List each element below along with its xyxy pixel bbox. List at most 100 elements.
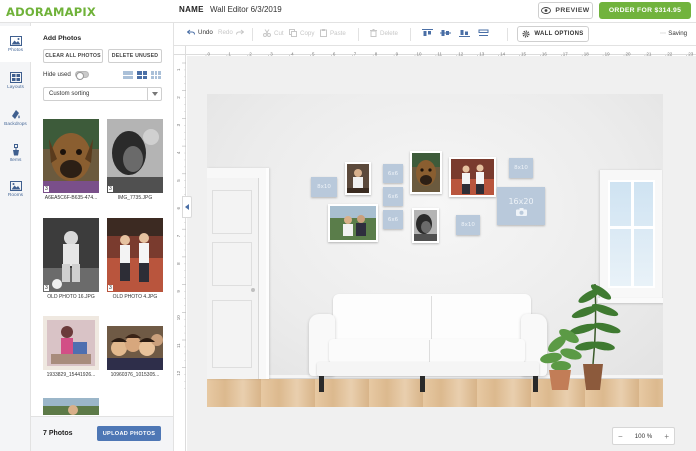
nav-item-layouts[interactable]: Layouts bbox=[0, 63, 31, 99]
delete-unused-button[interactable]: DELETE UNUSED bbox=[108, 49, 162, 63]
sofa-leg bbox=[319, 376, 324, 392]
wall-photo-frame[interactable] bbox=[328, 204, 378, 242]
small-view-icon[interactable] bbox=[151, 71, 161, 79]
large-view-icon[interactable] bbox=[123, 71, 133, 79]
toolbar-divider bbox=[507, 28, 508, 41]
saving-spinner-icon: ⋯ bbox=[660, 30, 667, 37]
wall-photo-frame[interactable] bbox=[410, 151, 442, 194]
wall-photo-frame[interactable] bbox=[449, 157, 496, 197]
photos-icon bbox=[9, 35, 22, 46]
ruler-label: 2 bbox=[176, 96, 181, 99]
photo-thumbnail[interactable]: 3 OLD PHOTO 16.JPG bbox=[43, 218, 99, 300]
vertical-ruler-ticks: 123456789101112 bbox=[176, 62, 186, 389]
preview-label: PREVIEW bbox=[555, 7, 590, 14]
usage-count: 3 bbox=[108, 186, 113, 192]
empty-frame-8x10[interactable]: 8x10 bbox=[509, 158, 533, 178]
ruler-label: 4 bbox=[176, 151, 181, 154]
ruler-corner bbox=[174, 46, 186, 55]
delete-button[interactable]: Delete bbox=[370, 29, 398, 37]
ruler-label: 8 bbox=[176, 262, 181, 265]
empty-frame-6x6[interactable]: 6x6 bbox=[383, 210, 403, 229]
distribute-button[interactable] bbox=[478, 29, 489, 37]
undo-label: Undo bbox=[198, 29, 213, 36]
sofa-base bbox=[317, 362, 539, 376]
add-photos-panel: Add Photos CLEAR ALL PHOTOS DELETE UNUSE… bbox=[31, 23, 174, 451]
photo-thumbnail[interactable]: 1933829_15441926... bbox=[43, 316, 99, 378]
empty-frame-16x20[interactable]: 16x20 bbox=[497, 187, 545, 225]
frame-size-label: 8x10 bbox=[461, 222, 475, 228]
empty-frame-6x6[interactable]: 6x6 bbox=[383, 164, 403, 183]
trash-icon bbox=[370, 29, 377, 37]
door bbox=[207, 178, 259, 379]
view-mode-switcher bbox=[123, 71, 161, 79]
photo-thumbnail[interactable]: 3 OLD PHOTO 4.JPG bbox=[107, 218, 163, 300]
upload-photos-button[interactable]: UPLOAD PHOTOS bbox=[97, 426, 161, 441]
photo-thumbnail[interactable] bbox=[43, 398, 99, 415]
order-button[interactable]: ORDER FOR $314.95 bbox=[599, 2, 691, 19]
align-bottom-icon bbox=[459, 30, 470, 37]
photo-thumbnail[interactable]: 3 A6EA5C6F-B635-474... bbox=[43, 119, 99, 201]
clear-all-photos-button[interactable]: CLEAR ALL PHOTOS bbox=[43, 49, 103, 63]
wall-photo-frame[interactable] bbox=[412, 208, 439, 243]
items-icon bbox=[12, 143, 19, 155]
backdrops-icon bbox=[11, 109, 20, 119]
sort-select[interactable]: Custom sorting bbox=[43, 87, 162, 101]
nav-item-rooms[interactable]: Rooms bbox=[0, 171, 31, 207]
logo-text: ADORAMAPIX bbox=[6, 5, 96, 19]
zoom-out-button[interactable]: − bbox=[618, 432, 623, 441]
photo-count: 7 Photos bbox=[43, 430, 73, 437]
nav-label-backdrops: Backdrops bbox=[4, 121, 27, 127]
ruler-label: 6 bbox=[176, 207, 181, 210]
delete-label: Delete bbox=[380, 29, 398, 37]
empty-frame-8x10[interactable]: 8x10 bbox=[456, 215, 480, 235]
nav-item-photos[interactable]: Photos bbox=[0, 26, 31, 62]
medium-view-icon[interactable] bbox=[137, 71, 147, 79]
nav-label-layouts: Layouts bbox=[7, 85, 24, 90]
project-name-value[interactable]: Wall Editor 6/3/2019 bbox=[210, 5, 282, 14]
wall-photo-frame[interactable] bbox=[345, 162, 371, 195]
photo-image bbox=[43, 316, 99, 370]
toolbar-divider bbox=[410, 28, 411, 41]
rooms-icon bbox=[9, 180, 22, 191]
sofa bbox=[333, 294, 531, 344]
photo-grid: 3 A6EA5C6F-B635-474... 3 IMG_7735.JPG 3 … bbox=[43, 119, 165, 415]
redo-button[interactable]: Redo bbox=[218, 29, 244, 36]
empty-frame-8x10[interactable]: 8x10 bbox=[311, 177, 337, 197]
photo-caption: OLD PHOTO 4.JPG bbox=[112, 294, 158, 300]
ruler-label: 5 bbox=[176, 179, 181, 182]
frame-size-label: 16x20 bbox=[508, 196, 534, 206]
toolbar-divider bbox=[252, 28, 253, 41]
copy-button[interactable]: Copy bbox=[289, 29, 314, 37]
sort-select-value: Custom sorting bbox=[49, 91, 90, 97]
cut-button[interactable]: Cut bbox=[263, 29, 284, 37]
plant-icon bbox=[540, 283, 621, 390]
photo-caption: IMG_7735.JPG bbox=[117, 195, 153, 201]
photo-image bbox=[43, 398, 99, 415]
frame-photo bbox=[330, 206, 376, 240]
photo-thumbnail[interactable]: 10960376_1015305... bbox=[107, 326, 163, 378]
ruler-label: 1 bbox=[176, 68, 181, 71]
usage-count: 3 bbox=[44, 186, 49, 192]
preview-button[interactable]: PREVIEW bbox=[538, 2, 593, 19]
photo-image: 3 bbox=[107, 218, 163, 292]
photo-caption: 10960376_1015305... bbox=[110, 372, 160, 378]
paste-button[interactable]: Paste bbox=[320, 29, 346, 37]
collapse-panel-button[interactable] bbox=[182, 196, 192, 218]
project-name[interactable]: NAME Wall Editor 6/3/2019 bbox=[179, 5, 282, 14]
ruler-label: 7 bbox=[176, 234, 181, 237]
hide-used-toggle[interactable] bbox=[74, 71, 89, 80]
frame-size-label: 6x6 bbox=[387, 216, 399, 223]
nav-item-backdrops[interactable]: Backdrops bbox=[0, 99, 31, 135]
nav-item-items[interactable]: Items bbox=[0, 135, 31, 171]
empty-frame-6x6[interactable]: 6x6 bbox=[383, 187, 403, 206]
zoom-in-button[interactable]: + bbox=[664, 432, 669, 441]
photo-thumbnail[interactable]: 3 IMG_7735.JPG bbox=[107, 119, 163, 201]
wall-options-button[interactable]: WALL OPTIONS bbox=[517, 26, 589, 42]
undo-button[interactable]: Undo bbox=[187, 29, 213, 36]
sofa-seat-seam bbox=[429, 340, 430, 362]
panel-title: Add Photos bbox=[43, 35, 82, 42]
adoramapix-logo[interactable]: ADORAMAPIX bbox=[6, 4, 96, 20]
align-bottom-button[interactable] bbox=[459, 29, 470, 37]
align-middle-button[interactable] bbox=[440, 29, 451, 37]
align-top-button[interactable] bbox=[422, 29, 433, 37]
